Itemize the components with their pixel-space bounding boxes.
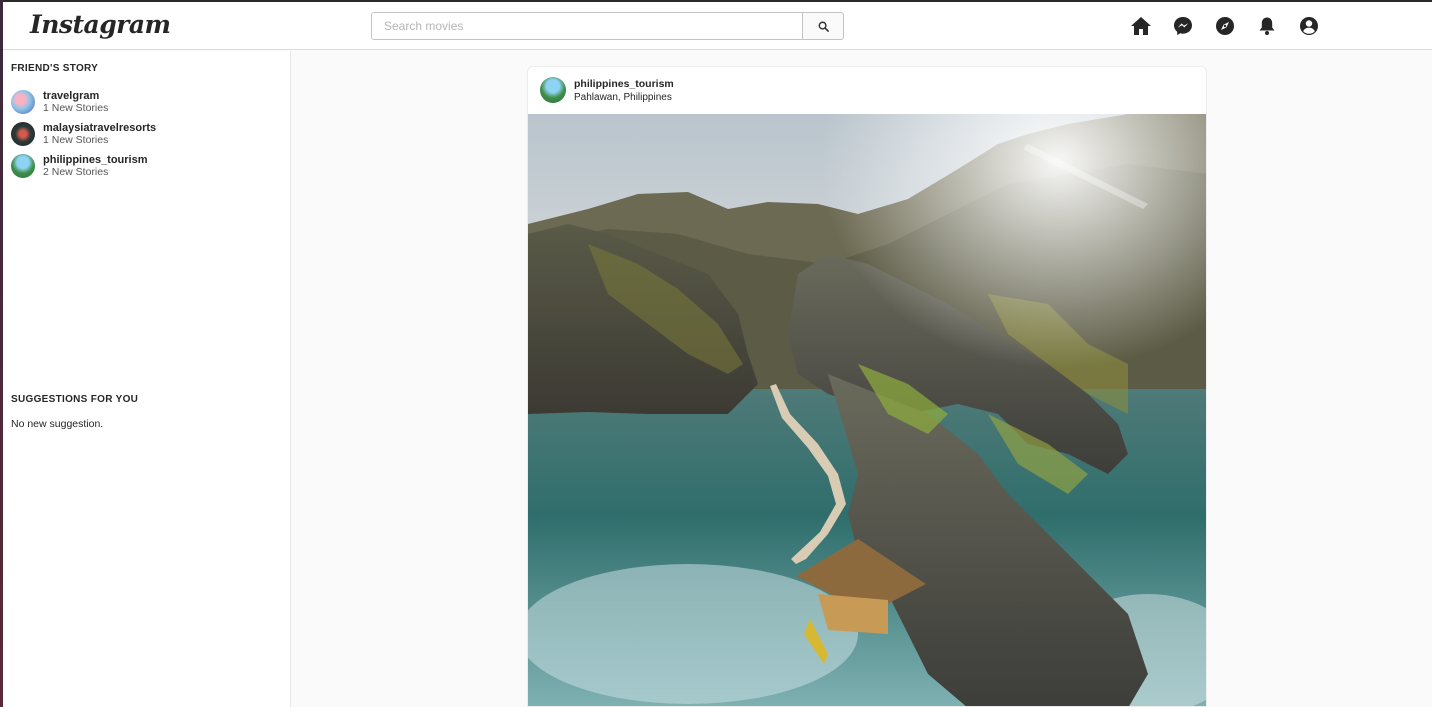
post-header: philippines_tourism Pahlawan, Philippine… — [528, 67, 1206, 114]
story-count: 1 New Stories — [43, 102, 109, 114]
profile-icon[interactable] — [1298, 15, 1320, 37]
friends-story-heading: FRIEND'S STORY — [11, 63, 99, 74]
search-input[interactable] — [371, 12, 803, 40]
post-location[interactable]: Pahlawan, Philippines — [574, 92, 672, 103]
avatar — [11, 122, 35, 146]
story-count: 2 New Stories — [43, 166, 109, 178]
nav-icons — [1130, 15, 1320, 37]
messenger-icon[interactable] — [1172, 15, 1194, 37]
story-item-travelgram[interactable]: travelgram 1 New Stories — [11, 86, 156, 118]
notifications-icon[interactable] — [1256, 15, 1278, 37]
story-username: philippines_tourism — [43, 154, 148, 166]
home-icon[interactable] — [1130, 15, 1152, 37]
avatar[interactable] — [540, 77, 566, 103]
suggestions-heading: SUGGESTIONS FOR YOU — [11, 394, 139, 405]
story-list: travelgram 1 New Stories malaysiatravelr… — [11, 86, 156, 182]
explore-icon[interactable] — [1214, 15, 1236, 37]
avatar — [11, 90, 35, 114]
story-item-malaysiatravelresorts[interactable]: malaysiatravelresorts 1 New Stories — [11, 118, 156, 150]
avatar — [11, 154, 35, 178]
post-image[interactable] — [528, 114, 1207, 707]
sidebar: FRIEND'S STORY travelgram 1 New Stories … — [3, 51, 291, 707]
story-username: travelgram — [43, 90, 100, 102]
post-username[interactable]: philippines_tourism — [574, 78, 674, 90]
search-button[interactable] — [803, 12, 844, 40]
no-suggestion-text: No new suggestion. — [11, 418, 104, 430]
feed-post: philippines_tourism Pahlawan, Philippine… — [527, 66, 1207, 707]
search-icon — [818, 21, 829, 32]
search-bar — [371, 12, 844, 40]
story-username: malaysiatravelresorts — [43, 122, 157, 134]
story-count: 1 New Stories — [43, 134, 109, 146]
story-item-philippines-tourism[interactable]: philippines_tourism 2 New Stories — [11, 150, 156, 182]
top-navigation-bar: Instagram — [3, 2, 1432, 50]
instagram-logo[interactable]: Instagram — [30, 10, 171, 39]
